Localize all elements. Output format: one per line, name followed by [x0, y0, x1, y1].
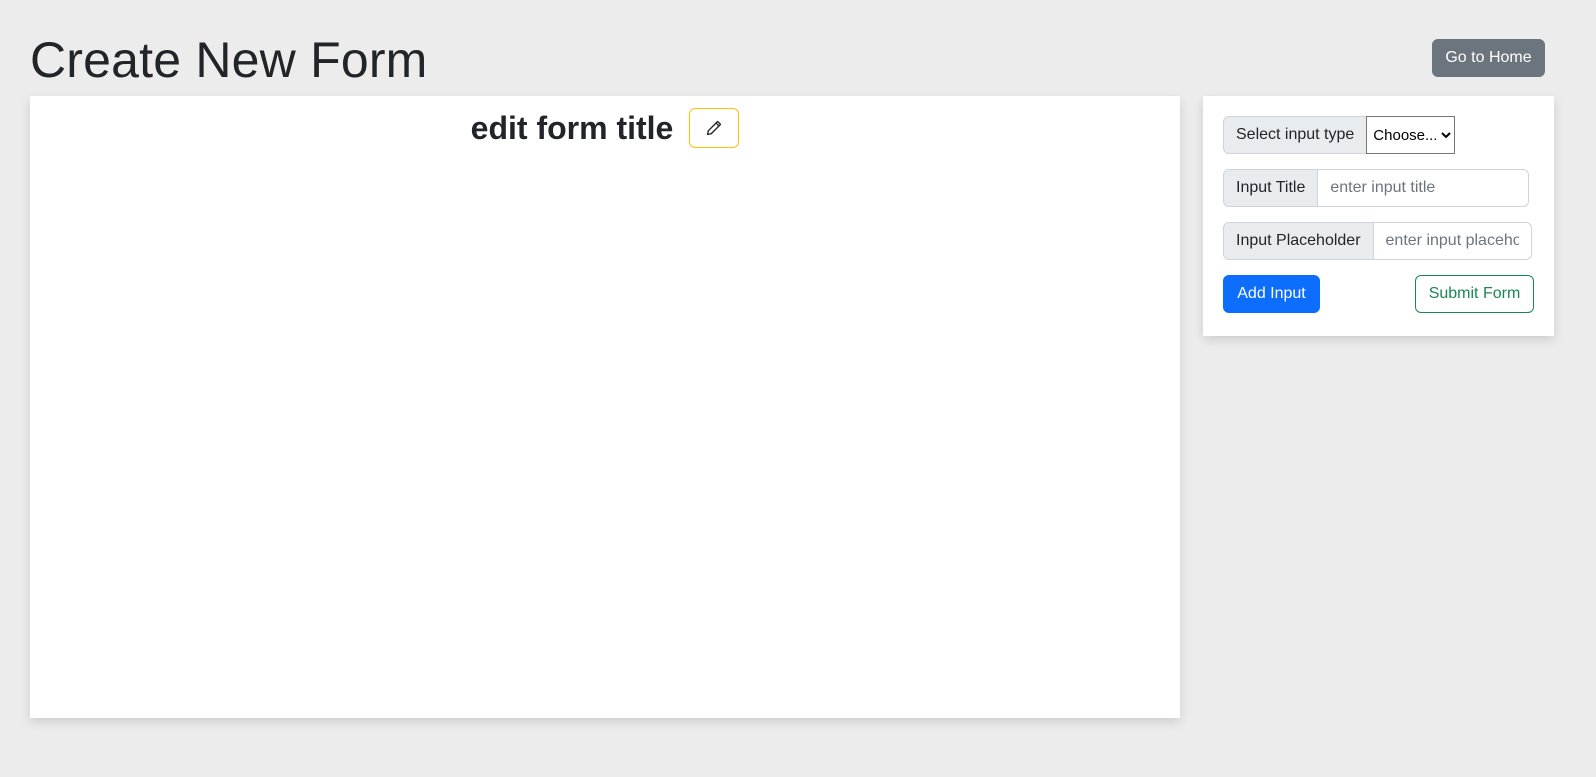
form-title: edit form title [470, 110, 674, 146]
input-placeholder-label: Input Placeholder [1223, 222, 1374, 260]
form-title-row: edit form title [30, 108, 1180, 148]
page-title: Create New Form [30, 32, 428, 88]
go-to-home-button[interactable]: Go to Home [1432, 39, 1545, 77]
pencil-icon [707, 120, 722, 136]
input-type-select[interactable]: Choose... [1366, 116, 1456, 154]
input-title-field[interactable] [1317, 169, 1530, 207]
input-type-group: Select input type Choose... [1223, 116, 1456, 154]
input-builder-panel: Select input type Choose... Input Title … [1203, 96, 1554, 336]
input-type-label: Select input type [1223, 116, 1368, 154]
edit-form-title-button[interactable] [689, 108, 740, 148]
page: Create New Form Go to Home edit form tit… [0, 0, 1596, 777]
submit-form-button[interactable]: Submit Form [1415, 275, 1534, 313]
form-preview-canvas: edit form title [30, 96, 1180, 718]
add-input-button[interactable]: Add Input [1223, 275, 1320, 313]
input-placeholder-group: Input Placeholder [1223, 222, 1532, 260]
input-title-group: Input Title [1223, 169, 1530, 207]
input-title-label: Input Title [1223, 169, 1319, 207]
input-placeholder-field[interactable] [1372, 222, 1532, 260]
